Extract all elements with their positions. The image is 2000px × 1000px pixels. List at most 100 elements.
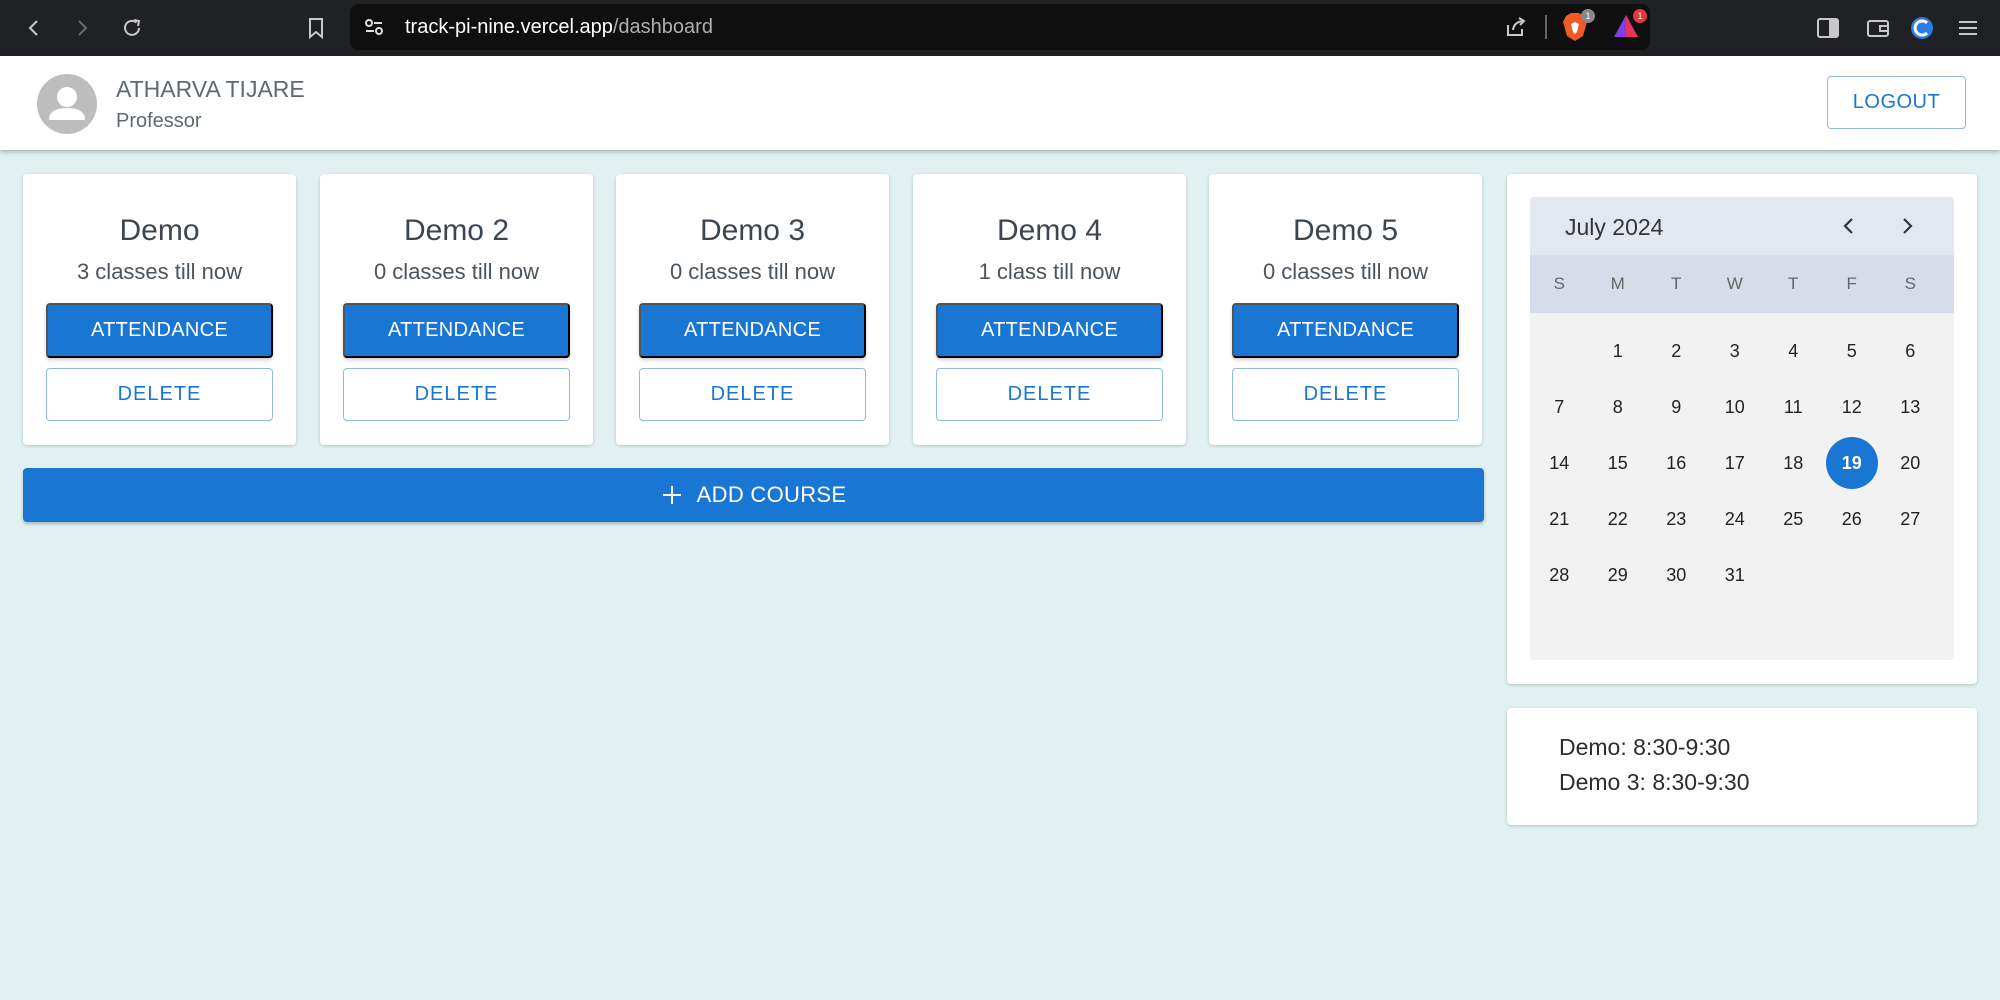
forward-icon[interactable] xyxy=(66,12,98,44)
calendar-day[interactable]: 18 xyxy=(1767,437,1819,489)
delete-button[interactable]: DELETE xyxy=(639,368,866,421)
calendar-day[interactable]: 20 xyxy=(1884,437,1936,489)
calendar-day[interactable]: 30 xyxy=(1650,549,1702,601)
wallet-icon[interactable] xyxy=(1862,12,1894,44)
course-class-count: 0 classes till now xyxy=(669,259,836,284)
avatar xyxy=(37,74,97,134)
calendar-day[interactable]: 26 xyxy=(1826,493,1878,545)
weekday-label: S xyxy=(1553,274,1565,293)
calendar-day[interactable]: 16 xyxy=(1650,437,1702,489)
delete-button[interactable]: DELETE xyxy=(343,368,570,421)
attendance-button[interactable]: ATTENDANCE xyxy=(46,303,273,358)
calendar-day[interactable]: 23 xyxy=(1650,493,1702,545)
back-icon[interactable] xyxy=(18,12,50,44)
course-card: Demo 3 0 classes till now ATTENDANCE DEL… xyxy=(616,174,889,445)
calendar-day[interactable]: 13 xyxy=(1884,381,1936,433)
course-title: Demo 3 xyxy=(699,214,806,247)
next-month-icon[interactable] xyxy=(1893,212,1921,240)
calendar-day[interactable]: 28 xyxy=(1533,549,1585,601)
calendar-day[interactable]: 25 xyxy=(1767,493,1819,545)
user-name: ATHARVA TIJARE xyxy=(116,76,305,102)
course-card: Demo 2 0 classes till now ATTENDANCE DEL… xyxy=(320,174,593,445)
weekday-label: W xyxy=(1726,274,1743,293)
calendar-day[interactable]: 6 xyxy=(1884,325,1936,377)
user-role: Professor xyxy=(116,110,202,132)
attendance-button[interactable]: ATTENDANCE xyxy=(343,303,570,358)
weekday-label: S xyxy=(1904,274,1916,293)
weekday-label: T xyxy=(1671,274,1682,293)
brave-rewards-icon[interactable]: 1 xyxy=(1612,9,1647,40)
url-host: track-pi-nine.vercel.app xyxy=(405,16,613,38)
attendance-button[interactable]: ATTENDANCE xyxy=(639,303,866,358)
calendar-day[interactable]: 7 xyxy=(1533,381,1585,433)
calendar-day[interactable]: 22 xyxy=(1592,493,1644,545)
delete-button[interactable]: DELETE xyxy=(936,368,1163,421)
course-card: Demo 5 0 classes till now ATTENDANCE DEL… xyxy=(1209,174,1482,445)
course-card: Demo 4 1 class till now ATTENDANCE DELET… xyxy=(913,174,1186,445)
calendar-day-selected[interactable]: 19 xyxy=(1825,437,1878,489)
calendar-day[interactable]: 29 xyxy=(1592,549,1644,601)
add-course-button[interactable]: ADD COURSE xyxy=(23,468,1484,522)
weekday-label: M xyxy=(1610,274,1625,293)
previous-month-icon[interactable] xyxy=(1835,212,1863,240)
extension-icon[interactable] xyxy=(1906,12,1938,44)
url-text: track-pi-nine.vercel.app/dashboard xyxy=(405,16,713,39)
course-title: Demo 5 xyxy=(1292,214,1399,247)
menu-icon[interactable] xyxy=(1952,12,1984,44)
address-bar[interactable]: track-pi-nine.vercel.app/dashboard 1 1 xyxy=(350,4,1650,50)
weekday-header-row: SMTWTFS xyxy=(1530,255,1954,313)
calendar-day[interactable]: 9 xyxy=(1650,381,1702,433)
plus-icon xyxy=(662,486,681,504)
logout-button[interactable]: LOGOUT xyxy=(1827,76,1966,129)
course-class-count: 3 classes till now xyxy=(76,259,243,284)
browser-toolbar: track-pi-nine.vercel.app/dashboard 1 1 xyxy=(0,0,2000,56)
course-class-count: 1 class till now xyxy=(978,259,1121,284)
calendar-day[interactable]: 8 xyxy=(1592,381,1644,433)
calendar-day[interactable]: 31 xyxy=(1709,549,1761,601)
reload-icon[interactable] xyxy=(116,12,148,44)
calendar-day[interactable]: 2 xyxy=(1650,325,1702,377)
schedule-item: Demo 3: 8:30-9:30 xyxy=(1559,769,1750,795)
calendar-day[interactable]: 4 xyxy=(1767,325,1819,377)
course-title: Demo 2 xyxy=(403,214,510,247)
brave-badge: 1 xyxy=(1581,9,1595,23)
weekday-label: F xyxy=(1846,274,1857,293)
calendar-month-label[interactable]: July 2024 xyxy=(1565,214,1663,241)
url-path: /dashboard xyxy=(612,16,713,38)
calendar-day[interactable]: 1 xyxy=(1592,325,1644,377)
person-icon xyxy=(49,87,85,120)
bookmark-icon[interactable] xyxy=(300,12,332,44)
app-header: ATHARVA TIJARE Professor LOGOUT xyxy=(0,56,2000,150)
calendar-header: July 2024 xyxy=(1530,197,1954,255)
sidebar-icon[interactable] xyxy=(1812,12,1844,44)
calendar-day[interactable]: 14 xyxy=(1533,437,1585,489)
weekday-label: T xyxy=(1788,274,1799,293)
delete-button[interactable]: DELETE xyxy=(46,368,273,421)
course-title: Demo 4 xyxy=(996,214,1103,247)
course-title: Demo xyxy=(119,214,200,247)
calendar-day[interactable]: 10 xyxy=(1709,381,1761,433)
attendance-button[interactable]: ATTENDANCE xyxy=(936,303,1163,358)
calendar-day[interactable]: 12 xyxy=(1826,381,1878,433)
delete-button[interactable]: DELETE xyxy=(1232,368,1459,421)
calendar-day[interactable]: 5 xyxy=(1826,325,1878,377)
attendance-button[interactable]: ATTENDANCE xyxy=(1232,303,1459,358)
course-card: Demo 3 classes till now ATTENDANCE DELET… xyxy=(23,174,296,445)
brave-shields-icon[interactable]: 1 xyxy=(1562,9,1595,42)
calendar: July 2024 SMTWTFS 1 2 3 4 5 6 7 8 9 10 11 12 13 14 15 1… xyxy=(1530,197,1954,660)
calendar-day[interactable]: 27 xyxy=(1884,493,1936,545)
calendar-day[interactable]: 17 xyxy=(1709,437,1761,489)
calendar-panel: July 2024 SMTWTFS 1 2 3 4 5 6 7 8 9 10 11 12 13 14 15 1… xyxy=(1507,174,1977,684)
share-icon[interactable] xyxy=(1504,15,1528,44)
divider xyxy=(1545,15,1547,39)
site-settings-icon[interactable] xyxy=(362,15,386,44)
schedule-item: Demo: 8:30-9:30 xyxy=(1559,734,1731,760)
calendar-day[interactable]: 15 xyxy=(1592,437,1644,489)
add-course-label: ADD COURSE xyxy=(696,482,847,507)
calendar-day[interactable]: 24 xyxy=(1709,493,1761,545)
calendar-day[interactable]: 21 xyxy=(1533,493,1585,545)
calendar-day[interactable]: 11 xyxy=(1767,381,1819,433)
course-class-count: 0 classes till now xyxy=(1262,259,1429,284)
calendar-day[interactable]: 3 xyxy=(1709,325,1761,377)
rewards-badge: 1 xyxy=(1633,9,1647,23)
